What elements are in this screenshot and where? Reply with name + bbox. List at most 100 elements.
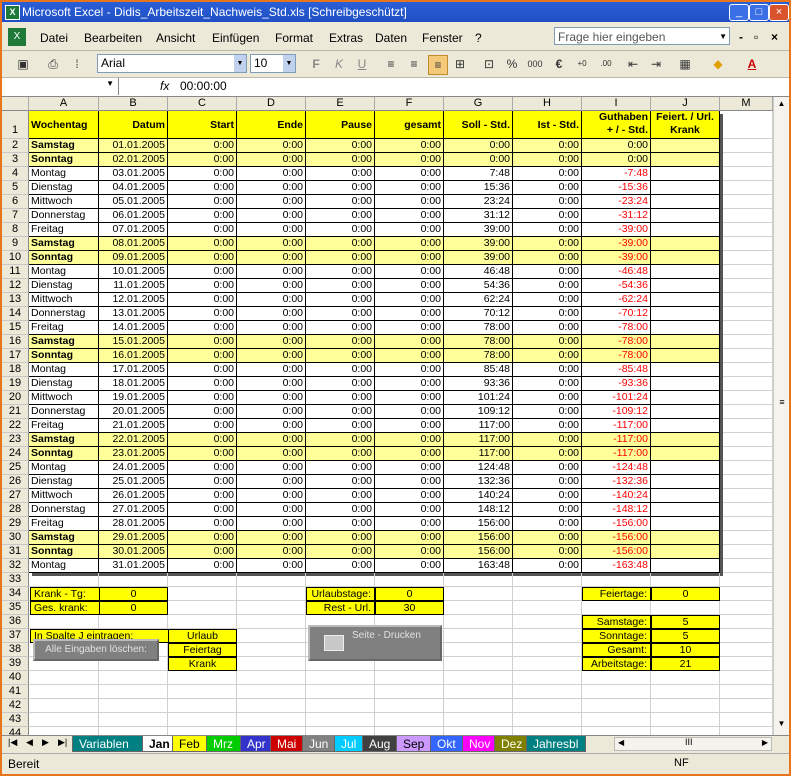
date-cell[interactable]: 08.01.2005: [99, 237, 168, 251]
cell-empty[interactable]: [720, 559, 773, 573]
feiertag-cell[interactable]: [651, 391, 720, 405]
ist-cell[interactable]: 0:00: [513, 265, 582, 279]
cell-empty[interactable]: [237, 615, 306, 629]
cell-empty[interactable]: [720, 195, 773, 209]
start-cell[interactable]: 0:00: [168, 419, 237, 433]
ist-cell[interactable]: 0:00: [513, 321, 582, 335]
guthaben-cell[interactable]: -109:12: [582, 405, 651, 419]
ist-cell[interactable]: 0:00: [513, 237, 582, 251]
feiertag-cell[interactable]: [651, 195, 720, 209]
ende-cell[interactable]: 0:00: [237, 167, 306, 181]
ende-cell[interactable]: 0:00: [237, 237, 306, 251]
header-cell-j[interactable]: Feiert. / Url. Krank: [651, 111, 720, 139]
soll-cell[interactable]: 85:48: [444, 363, 513, 377]
pause-cell[interactable]: 0:00: [306, 349, 375, 363]
column-header-g[interactable]: G: [444, 97, 513, 111]
row-header[interactable]: 9: [2, 237, 29, 251]
date-cell[interactable]: 29.01.2005: [99, 531, 168, 545]
ist-cell[interactable]: 0:00: [513, 153, 582, 167]
cell-empty[interactable]: [582, 699, 651, 713]
column-header-h[interactable]: H: [513, 97, 582, 111]
column-header-i[interactable]: I: [582, 97, 651, 111]
pause-cell[interactable]: 0:00: [306, 293, 375, 307]
soll-cell[interactable]: 39:00: [444, 237, 513, 251]
cell-empty[interactable]: [513, 671, 582, 685]
header-cell-i[interactable]: Guthaben + / - Std.: [582, 111, 651, 139]
cell-empty[interactable]: [720, 587, 773, 601]
date-cell[interactable]: 06.01.2005: [99, 209, 168, 223]
currency-icon[interactable]: ⊡: [480, 55, 498, 73]
guthaben-cell[interactable]: -31:12: [582, 209, 651, 223]
row-header[interactable]: 14: [2, 307, 29, 321]
gesamt-value[interactable]: 10: [651, 643, 720, 657]
gesamt-cell[interactable]: 0:00: [375, 237, 444, 251]
bold-icon[interactable]: F: [307, 55, 325, 73]
gesamt-cell[interactable]: 0:00: [375, 139, 444, 153]
cell-empty[interactable]: [306, 727, 375, 735]
feiertag-cell[interactable]: [651, 503, 720, 517]
cell-empty[interactable]: [651, 573, 720, 587]
date-cell[interactable]: 23.01.2005: [99, 447, 168, 461]
feiertag-cell[interactable]: [651, 475, 720, 489]
cell-empty[interactable]: [306, 685, 375, 699]
menu-einfuegen[interactable]: Einfügen: [212, 31, 259, 45]
soll-cell[interactable]: 70:12: [444, 307, 513, 321]
ist-cell[interactable]: 0:00: [513, 545, 582, 559]
guthaben-cell[interactable]: -62:24: [582, 293, 651, 307]
row-header[interactable]: 27: [2, 489, 29, 503]
ist-cell[interactable]: 0:00: [513, 433, 582, 447]
cell-empty[interactable]: [513, 601, 582, 615]
guthaben-cell[interactable]: -132:36: [582, 475, 651, 489]
ist-cell[interactable]: 0:00: [513, 461, 582, 475]
row-header[interactable]: 4: [2, 167, 29, 181]
underline-icon[interactable]: U: [353, 55, 371, 73]
euro-icon[interactable]: €: [550, 55, 568, 73]
ist-cell[interactable]: 0:00: [513, 517, 582, 531]
feiertag-cell[interactable]: [651, 279, 720, 293]
soll-cell[interactable]: 0:00: [444, 139, 513, 153]
feiertag-cell[interactable]: [651, 531, 720, 545]
maximize-icon[interactable]: □: [749, 4, 769, 21]
soll-cell[interactable]: 31:12: [444, 209, 513, 223]
doc-restore-icon[interactable]: ▫: [754, 30, 758, 44]
weekday-cell[interactable]: Sonntag: [29, 251, 99, 265]
cell-empty[interactable]: [720, 223, 773, 237]
krank-option[interactable]: Krank: [168, 657, 237, 671]
weekday-cell[interactable]: Samstag: [29, 237, 99, 251]
ist-cell[interactable]: 0:00: [513, 489, 582, 503]
weekday-cell[interactable]: Sonntag: [29, 153, 99, 167]
weekday-cell[interactable]: Sonntag: [29, 349, 99, 363]
date-cell[interactable]: 20.01.2005: [99, 405, 168, 419]
guthaben-cell[interactable]: -23:24: [582, 195, 651, 209]
scroll-right-icon[interactable]: ▶: [762, 738, 768, 747]
ges-krank-label[interactable]: Ges. krank:: [30, 601, 100, 615]
ist-cell[interactable]: 0:00: [513, 279, 582, 293]
row-header[interactable]: 30: [2, 531, 29, 545]
weekday-cell[interactable]: Montag: [29, 167, 99, 181]
row-header[interactable]: 6: [2, 195, 29, 209]
cell-empty[interactable]: [720, 517, 773, 531]
cell-empty[interactable]: [513, 573, 582, 587]
rest-url-label[interactable]: Rest - Url.: [306, 601, 375, 615]
soll-cell[interactable]: 140:24: [444, 489, 513, 503]
cell-empty[interactable]: [375, 671, 444, 685]
guthaben-cell[interactable]: -93:36: [582, 377, 651, 391]
tab-next-icon[interactable]: ▶: [42, 737, 49, 748]
cell-empty[interactable]: [720, 237, 773, 251]
menu-bearbeiten[interactable]: Bearbeiten: [84, 31, 142, 45]
soll-cell[interactable]: 156:00: [444, 517, 513, 531]
pause-cell[interactable]: 0:00: [306, 237, 375, 251]
scroll-thumb[interactable]: ≡: [777, 397, 787, 411]
font-color-icon[interactable]: A: [743, 55, 761, 73]
urlaub-value[interactable]: 0: [375, 587, 444, 601]
feiertag-cell[interactable]: [651, 307, 720, 321]
weekday-cell[interactable]: Dienstag: [29, 181, 99, 195]
cell-empty[interactable]: [720, 181, 773, 195]
date-cell[interactable]: 15.01.2005: [99, 335, 168, 349]
cell-empty[interactable]: [720, 699, 773, 713]
cell-empty[interactable]: [375, 573, 444, 587]
row-header[interactable]: 17: [2, 349, 29, 363]
weekday-cell[interactable]: Dienstag: [29, 279, 99, 293]
start-cell[interactable]: 0:00: [168, 349, 237, 363]
cell-empty[interactable]: [720, 447, 773, 461]
